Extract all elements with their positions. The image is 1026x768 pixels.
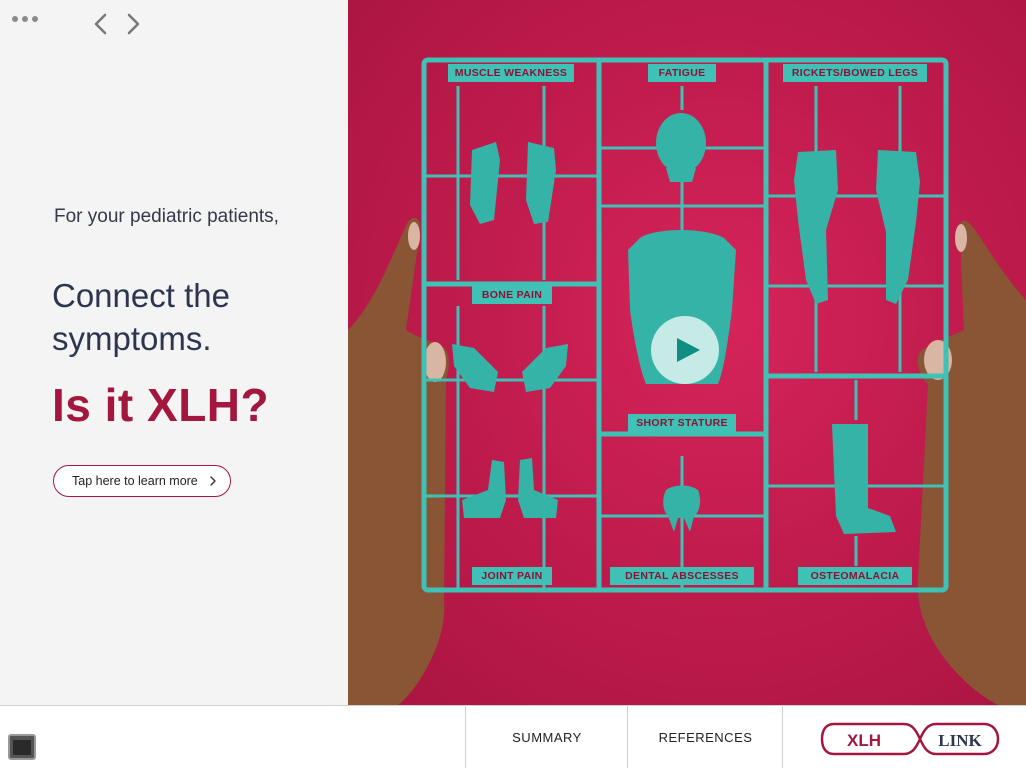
references-button[interactable]: REFERENCES [627,706,783,768]
label-short-stature: SHORT STATURE [628,414,736,432]
play-icon [676,338,700,362]
label-rickets: RICKETS/BOWED LEGS [783,64,927,82]
logo-xlh-text: XLH [847,731,881,750]
summary-button[interactable]: SUMMARY [465,706,628,768]
more-dots-icon[interactable] [12,16,38,22]
xlh-link-logo[interactable]: XLH LINK [820,722,1000,756]
learn-more-label: Tap here to learn more [72,474,198,488]
lead-text: For your pediatric patients, [54,206,279,227]
chevron-left-icon[interactable] [90,10,112,38]
label-joint-pain: JOINT PAIN [472,567,552,585]
label-fatigue: FATIGUE [648,64,716,82]
bottom-bar: SUMMARY REFERENCES XLH LINK [0,705,1026,768]
learn-more-button[interactable]: Tap here to learn more [53,465,231,497]
hero-image: MUSCLE WEAKNESS FATIGUE RICKETS/BOWED LE… [348,0,1026,705]
label-bone-pain: BONE PAIN [472,286,552,304]
label-dental-abscesses: DENTAL ABSCESSES [610,567,754,585]
xlh-question: Is it XLH? [52,379,270,431]
logo-link-text: LINK [938,731,982,750]
headline: Connect the symptoms. [52,277,230,357]
label-osteomalacia: OSTEOMALACIA [798,567,912,585]
chevron-right-icon [210,476,216,486]
label-muscle-weakness: MUSCLE WEAKNESS [448,64,574,82]
slides-icon[interactable] [8,734,36,760]
play-video-button[interactable] [651,316,719,384]
chevron-right-icon[interactable] [122,10,144,38]
left-panel: For your pediatric patients, Connect the… [0,0,348,705]
